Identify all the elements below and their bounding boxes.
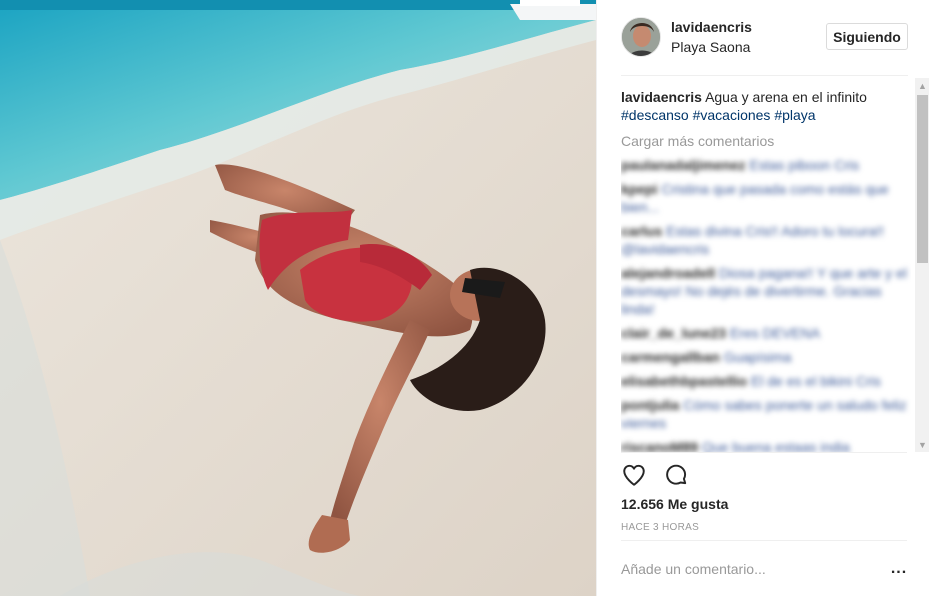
actions-divider	[621, 452, 907, 453]
comment-text: Estas piboon Cris	[749, 157, 860, 173]
load-more-comments-link[interactable]: Cargar más comentarios	[621, 132, 911, 150]
heart-outline-icon[interactable]	[621, 462, 647, 488]
comment-username[interactable]: elisabethbpastellio	[621, 373, 747, 389]
comment-item: kpepi Cristina que pasada como estás que…	[621, 180, 911, 216]
post-caption: lavidaencris Agua y arena en el infinito…	[621, 88, 911, 124]
scroll-down-arrow-icon[interactable]: ▼	[915, 437, 929, 452]
post-actions	[621, 462, 689, 490]
post-photo[interactable]	[0, 0, 596, 596]
comment-text: Eres DEVENA	[729, 325, 821, 341]
comment-username[interactable]: carlus	[621, 223, 662, 239]
ellipsis-icon[interactable]: ...	[889, 560, 909, 578]
comment-text: Que buena estaas india	[701, 439, 850, 452]
speech-bubble-icon[interactable]	[663, 462, 689, 488]
post-timestamp[interactable]: HACE 3 HORAS	[621, 522, 699, 533]
comment-item: elisabethbpastellio El de es el bikini C…	[621, 372, 911, 390]
post-location[interactable]: Playa Saona	[671, 39, 750, 55]
comment-item: carmengallban Guapísima	[621, 348, 911, 366]
comment-username[interactable]: carmengallban	[621, 349, 720, 365]
avatar[interactable]	[621, 17, 661, 57]
add-comment-input[interactable]	[621, 557, 871, 581]
comments-list: lavidaencris Agua y arena en el infinito…	[621, 88, 911, 452]
comment-username[interactable]: clair_de_lune23	[621, 325, 726, 341]
scroll-up-arrow-icon[interactable]: ▲	[915, 78, 929, 93]
comment-text: El de es el bikini Cris	[750, 373, 881, 389]
comment-text: Guapísima	[723, 349, 792, 365]
likes-count[interactable]: 12.656 Me gusta	[621, 496, 728, 512]
comment-username[interactable]: riscanoM89	[621, 439, 698, 452]
comment-username[interactable]: kpepi	[621, 181, 658, 197]
hashtag-link[interactable]: #descanso	[621, 107, 689, 123]
comment-input-divider	[621, 540, 907, 541]
comment-item: riscanoM89 Que buena estaas india	[621, 438, 911, 452]
comment-item: alejandroadell Diosa pagana!! Y que arte…	[621, 264, 911, 318]
hashtag-link[interactable]: #playa	[774, 107, 815, 123]
comments-scrollbar[interactable]: ▲ ▼	[915, 78, 929, 452]
following-button[interactable]: Siguiendo	[826, 23, 908, 50]
post-author-username[interactable]: lavidaencris	[671, 19, 752, 35]
header-divider	[621, 75, 908, 76]
scrollbar-thumb[interactable]	[917, 95, 928, 263]
comment-item: paulanadaljimenez Estas piboon Cris	[621, 156, 911, 174]
post-header: lavidaencris Playa Saona Siguiendo	[597, 0, 929, 76]
comment-item: carlus Estas divina Cris!! Adoro tu locu…	[621, 222, 911, 258]
comment-username[interactable]: pontjulia	[621, 397, 679, 413]
comment-text: Cristina que pasada como estás que bien.…	[621, 181, 889, 215]
caption-username[interactable]: lavidaencris	[621, 89, 702, 105]
comment-item: pontjulia Cómo sabes ponerte un saludo f…	[621, 396, 911, 432]
comment-username[interactable]: alejandroadell	[621, 265, 715, 281]
caption-text: Agua y arena en el infinito	[705, 89, 867, 105]
beach-photo-illustration	[0, 0, 596, 596]
hashtag-link[interactable]: #vacaciones	[693, 107, 771, 123]
post-sidebar: lavidaencris Playa Saona Siguiendo lavid…	[596, 0, 929, 596]
comment-username[interactable]: paulanadaljimenez	[621, 157, 745, 173]
comment-item: clair_de_lune23 Eres DEVENA	[621, 324, 911, 342]
